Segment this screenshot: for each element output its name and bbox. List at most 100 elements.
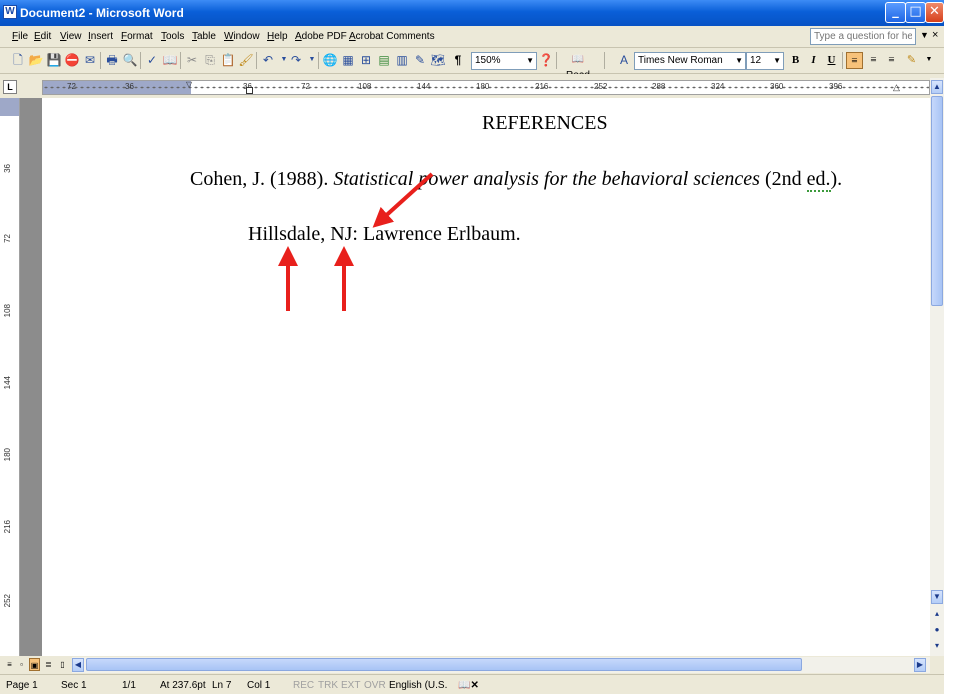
highlight-icon[interactable]: ✎ [903, 52, 920, 69]
bold-button[interactable]: B [787, 52, 804, 69]
underline-button[interactable]: U [823, 52, 840, 69]
horizontal-ruler[interactable]: 72 36 36 72 108 144 180 216 252 288 324 … [42, 80, 930, 95]
status-column[interactable]: Col 1 [247, 680, 270, 691]
web-layout-icon[interactable]: ▫ [16, 658, 27, 671]
close-button[interactable]: ✕ [925, 2, 944, 23]
cut-icon[interactable]: ✂ [184, 52, 200, 68]
insert-excel-icon[interactable]: ▤ [376, 52, 392, 68]
menu-tools[interactable]: Tools [161, 31, 184, 42]
outline-view-icon[interactable]: ≣ [43, 658, 54, 671]
help-dropdown-icon[interactable]: ▼ [920, 30, 929, 40]
help-search-input[interactable] [810, 28, 916, 45]
chevron-down-icon: ▼ [773, 56, 781, 65]
drawing-icon[interactable]: ✎ [412, 52, 428, 68]
paste-icon[interactable]: 📋 [220, 52, 236, 68]
align-right-icon[interactable]: ≡ [883, 52, 900, 69]
show-hide-icon[interactable]: ¶ [450, 52, 466, 68]
vertical-scroll-thumb[interactable] [931, 96, 943, 306]
maximize-button[interactable]: □ [905, 2, 926, 23]
right-indent-marker[interactable]: △ [893, 82, 900, 93]
columns-icon[interactable]: ▥ [394, 52, 410, 68]
status-language[interactable]: English (U.S. [389, 680, 447, 691]
previous-page-icon[interactable]: ▴ [931, 608, 943, 622]
status-rec[interactable]: REC [293, 680, 314, 691]
status-section[interactable]: Sec 1 [61, 680, 87, 691]
print-layout-icon[interactable]: ▣ [29, 658, 40, 671]
document-close-button[interactable]: × [932, 29, 938, 41]
print-icon[interactable]: 🖶 [104, 52, 120, 68]
font-value: Times New Roman [638, 55, 723, 66]
open-folder-icon[interactable]: 📂 [28, 52, 44, 68]
tab-selector[interactable]: L [3, 80, 17, 94]
menu-help[interactable]: Help [267, 31, 288, 42]
zoom-select[interactable]: 150% ▼ [471, 52, 537, 70]
normal-view-icon[interactable]: ≡ [4, 658, 15, 671]
read-button[interactable]: 📖Read [560, 52, 596, 81]
insert-table-icon[interactable]: ⊞ [358, 52, 374, 68]
title-bar: W Document2 - Microsoft Word _ □ ✕ [0, 0, 944, 26]
permission-icon[interactable]: ⛔ [64, 52, 80, 68]
ruler-tick: 252 [594, 82, 608, 91]
status-page[interactable]: Page 1 [6, 680, 38, 691]
print-preview-icon[interactable]: 🔍 [122, 52, 138, 68]
research-icon[interactable]: 📖 [162, 52, 178, 68]
vertical-ruler[interactable]: 36 72 108 144 180 216 252 [0, 98, 20, 656]
menu-window[interactable]: Window [224, 31, 260, 42]
scroll-right-button[interactable]: ▶ [914, 658, 926, 672]
ruler-tick: 144 [417, 82, 431, 91]
styles-icon[interactable]: A [616, 52, 632, 68]
document-map-icon[interactable]: 🗺 [430, 52, 446, 68]
font-select[interactable]: Times New Roman ▼ [634, 52, 746, 70]
menu-view[interactable]: View [60, 31, 82, 42]
chevron-down-icon: ▼ [526, 56, 534, 65]
format-painter-icon[interactable]: 🖌 [238, 52, 254, 68]
align-left-icon[interactable]: ≡ [846, 52, 863, 69]
menu-edit[interactable]: Edit [34, 31, 51, 42]
status-line[interactable]: Ln 7 [212, 680, 231, 691]
menu-file[interactable]: File [12, 31, 28, 42]
hanging-indent-marker[interactable] [246, 87, 253, 94]
browse-object-icon[interactable]: ● [931, 624, 943, 638]
word-app-icon[interactable]: W [3, 5, 17, 19]
horizontal-scrollbar[interactable]: ◀ ▶ [72, 657, 930, 673]
status-pages[interactable]: 1/1 [122, 680, 136, 691]
email-icon[interactable]: ✉ [82, 52, 98, 68]
top-margin-area [0, 98, 19, 116]
italic-button[interactable]: I [805, 52, 822, 69]
menu-table[interactable]: Table [192, 31, 216, 42]
ruler-tick: 216 [535, 82, 549, 91]
reference-edition-close: ). [830, 168, 843, 190]
menu-adobe-pdf[interactable]: Adobe PDF [295, 31, 347, 42]
scroll-up-button[interactable]: ▲ [931, 80, 943, 94]
spelling-status-icon[interactable]: 📖✕ [458, 680, 479, 691]
status-ext[interactable]: EXT [341, 680, 360, 691]
redo-icon[interactable]: ↷ [288, 52, 304, 68]
horizontal-scroll-thumb[interactable] [86, 658, 802, 671]
font-size-select[interactable]: 12 ▼ [746, 52, 784, 70]
menu-format[interactable]: Format [121, 31, 153, 42]
reading-layout-icon[interactable]: ▯ [57, 658, 68, 671]
spelling-icon[interactable]: ✓ [144, 52, 160, 68]
save-icon[interactable]: 💾 [46, 52, 62, 68]
vertical-scrollbar[interactable]: ▲ ▼ ▴ ● ▾ [930, 78, 944, 656]
ruler-tick: 36 [3, 164, 12, 173]
align-center-icon[interactable]: ≡ [865, 52, 882, 69]
next-page-icon[interactable]: ▾ [931, 640, 943, 654]
status-ovr[interactable]: OVR [364, 680, 386, 691]
menu-insert[interactable]: Insert [88, 31, 113, 42]
minimize-button[interactable]: _ [885, 2, 906, 23]
new-document-icon[interactable]: 🗋 [10, 52, 26, 68]
scroll-down-button[interactable]: ▼ [931, 590, 943, 604]
help-icon[interactable]: ❓ [538, 52, 554, 68]
status-trk[interactable]: TRK [318, 680, 338, 691]
toolbar-options-icon[interactable]: ▼ [921, 52, 937, 68]
hyperlink-icon[interactable]: 🌐 [322, 52, 338, 68]
scroll-left-button[interactable]: ◀ [72, 658, 84, 672]
document-page[interactable]: REFERENCES Cohen, J. (1988). Statistical… [42, 98, 930, 656]
menu-acrobat-comments[interactable]: Acrobat Comments [349, 31, 435, 42]
status-position[interactable]: At 237.6pt [160, 680, 206, 691]
first-line-indent-marker[interactable]: ▽ [186, 80, 192, 89]
copy-icon[interactable]: ⎘ [202, 52, 218, 68]
undo-icon[interactable]: ↶ [260, 52, 276, 68]
tables-borders-icon[interactable]: ▦ [340, 52, 356, 68]
